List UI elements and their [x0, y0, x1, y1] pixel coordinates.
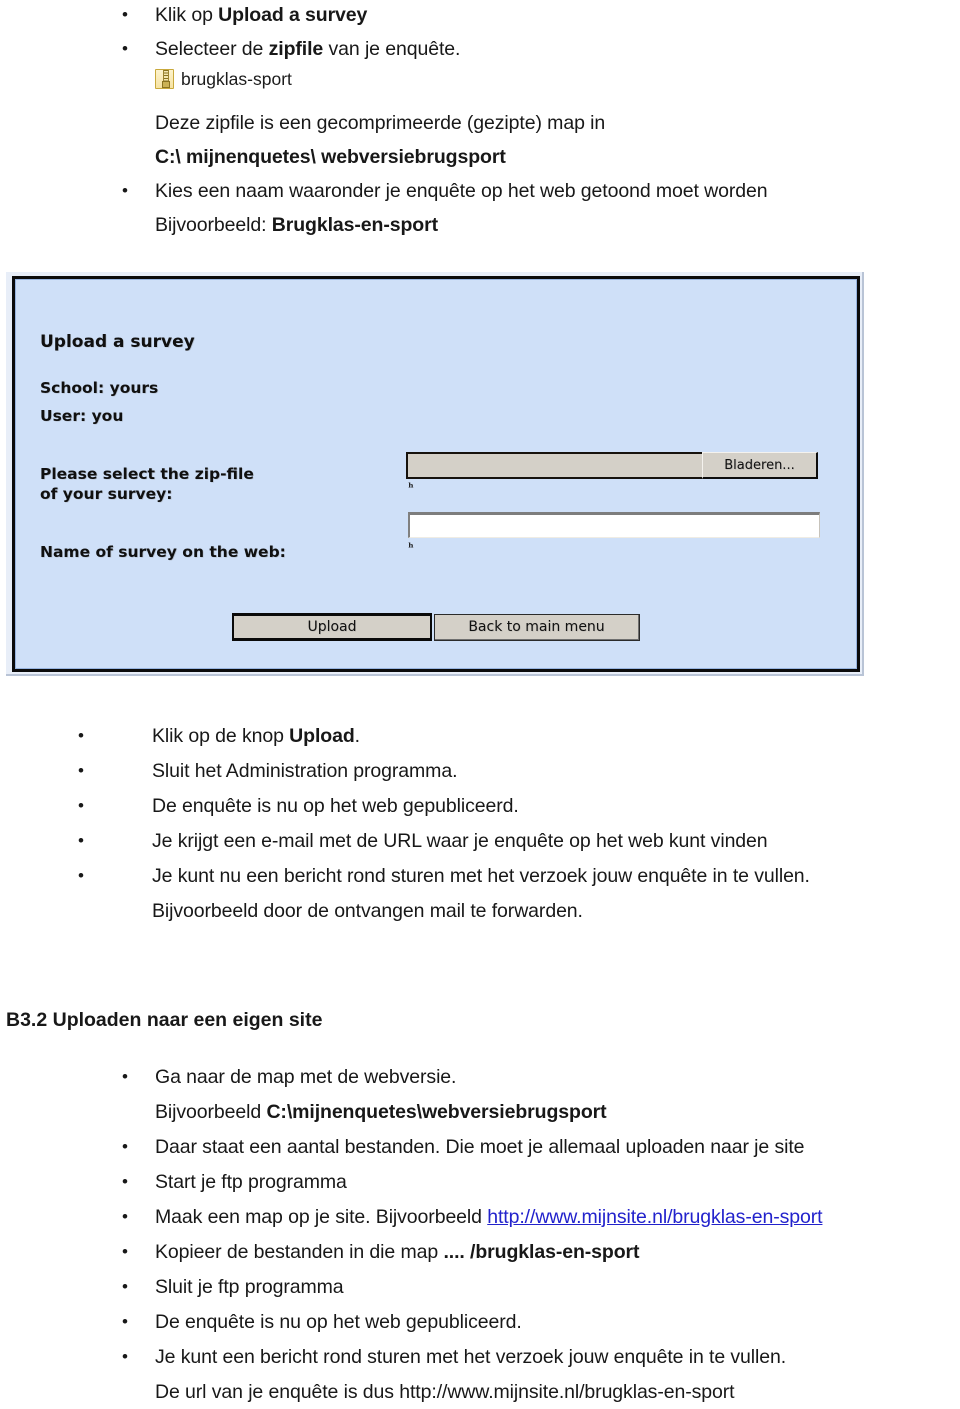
section-heading-b32: B3.2 Uploaden naar een eigen site: [6, 1009, 323, 1031]
list-bullet: •: [122, 1277, 128, 1296]
list-item: Maak een map op je site. Bijvoorbeeld ht…: [155, 1206, 823, 1228]
app-page-title: Upload a survey: [40, 332, 195, 352]
list-bullet: •: [122, 1312, 128, 1331]
list-item: Sluit je ftp programma: [155, 1276, 344, 1298]
list-subline: Deze zipfile is een gecomprimeerde (gezi…: [155, 112, 606, 134]
zipfile-file-input[interactable]: [406, 452, 704, 479]
zip-archive-icon: [155, 68, 175, 90]
back-to-main-menu-button[interactable]: Back to main menu: [434, 614, 640, 641]
list-item: Klik op Upload a survey: [155, 4, 368, 26]
list-item: Kopieer de bestanden in die map .... /br…: [155, 1241, 640, 1263]
list-bullet: •: [122, 39, 128, 58]
list-item: Je kunt nu een bericht rond sturen met h…: [152, 865, 810, 887]
list-item: Start je ftp programma: [155, 1171, 347, 1193]
embedded-screenshot: Upload a survey School: yours User: you …: [0, 262, 872, 686]
list-item: De enquête is nu op het web gepubliceerd…: [152, 795, 519, 817]
zipfile-name: brugklas-sport: [181, 69, 292, 89]
list-bullet: •: [122, 1067, 128, 1086]
list-item: Ga naar de map met de webversie.: [155, 1066, 457, 1088]
list-bullet: •: [122, 181, 128, 200]
list-item: Je kunt een bericht rond sturen met het …: [155, 1346, 787, 1368]
list-bullet: •: [122, 1172, 128, 1191]
app-surveyname-label: Name of survey on the web:: [40, 543, 286, 561]
zipfile-attachment: brugklas-sport: [155, 64, 292, 94]
list-item: Klik op de knop Upload.: [152, 725, 360, 747]
list-subline: De url van je enquête is dus http://www.…: [155, 1381, 735, 1403]
document-page: • Klik op Upload a survey • Selecteer de zi…: [0, 0, 960, 1408]
list-bullet: •: [122, 1207, 128, 1226]
list-subline: C:\ mijnenquetes\ webversiebrugsport: [155, 146, 506, 168]
list-bullet: •: [78, 831, 84, 850]
list-item: De enquête is nu op het web gepubliceerd…: [155, 1311, 522, 1333]
list-bullet: •: [122, 1347, 128, 1366]
app-school-line: School: yours: [40, 379, 159, 397]
zipfile-file-input-group[interactable]: Bladeren...: [406, 452, 818, 479]
list-bullet: •: [78, 866, 84, 885]
list-item: Kies een naam waaronder je enquête op he…: [155, 180, 768, 202]
list-bullet: •: [78, 761, 84, 780]
external-link[interactable]: http://www.mijnsite.nl/brugklas-en-sport: [487, 1206, 822, 1228]
list-subline: Bijvoorbeeld C:\mijnenquetes\webversiebr…: [155, 1101, 607, 1123]
list-subline: Bijvoorbeeld: Brugklas-en-sport: [155, 214, 439, 236]
list-item: Sluit het Administration programma.: [152, 760, 458, 782]
survey-name-required-marker: ʰ: [408, 541, 414, 554]
zipfile-required-marker: ʰ: [408, 481, 414, 494]
list-subline: Bijvoorbeeld door de ontvangen mail te f…: [152, 900, 583, 922]
browse-button[interactable]: Bladeren...: [702, 452, 818, 479]
list-item: Daar staat een aantal bestanden. Die moe…: [155, 1136, 805, 1158]
list-bullet: •: [78, 726, 84, 745]
upload-button[interactable]: Upload: [232, 613, 432, 641]
app-zipfile-label: Please select the zip-file of your surve…: [40, 465, 254, 503]
survey-name-input[interactable]: [408, 512, 820, 538]
list-item: Selecteer de zipfile van je enquête.: [155, 38, 461, 60]
list-bullet: •: [122, 1242, 128, 1261]
list-item: Je krijgt een e-mail met de URL waar je …: [152, 830, 768, 852]
list-bullet: •: [122, 5, 128, 24]
list-bullet: •: [78, 796, 84, 815]
app-user-line: User: you: [40, 407, 124, 425]
list-bullet: •: [122, 1137, 128, 1156]
